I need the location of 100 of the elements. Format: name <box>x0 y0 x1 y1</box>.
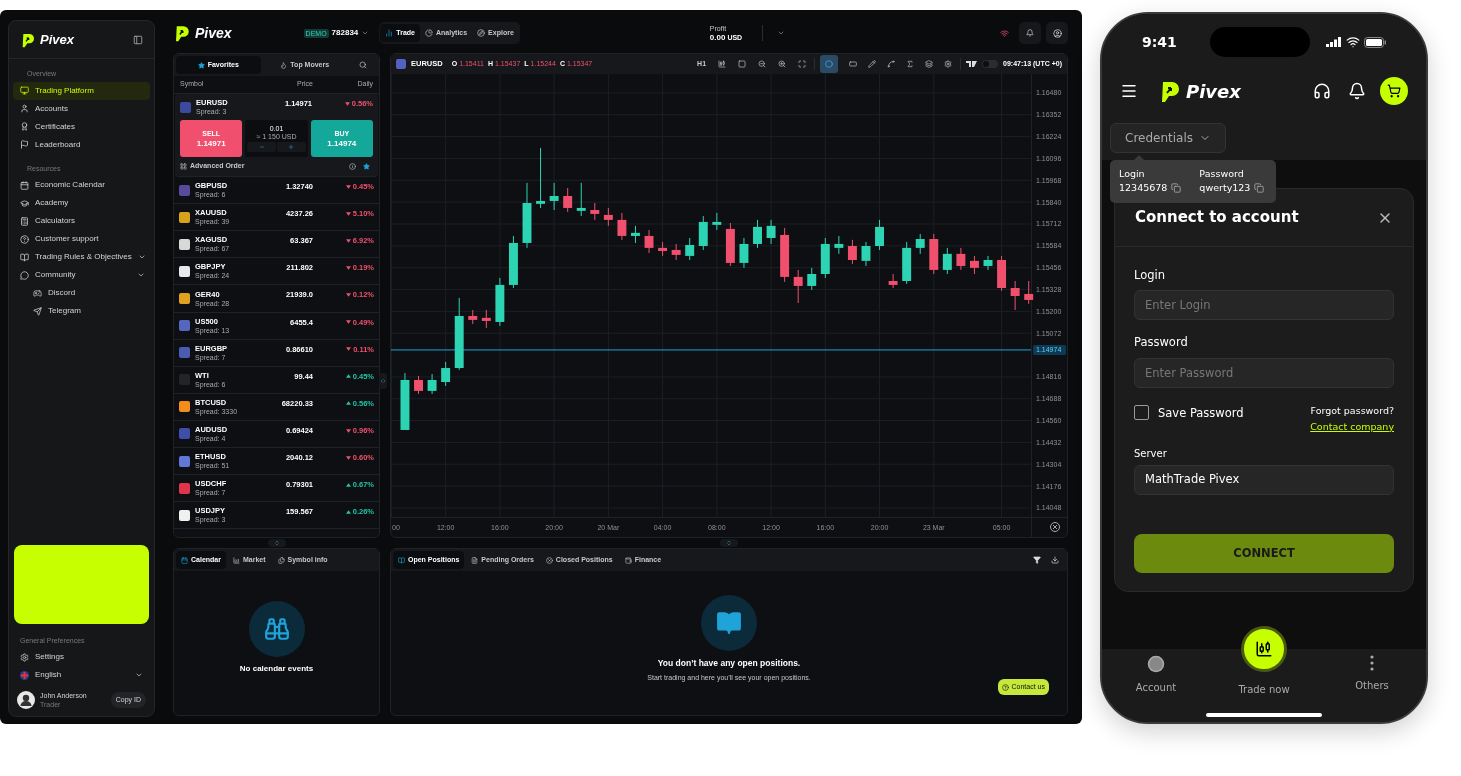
candle <box>658 241 668 257</box>
sidebar-item[interactable]: Calculators <box>13 212 150 230</box>
candle <box>807 267 817 291</box>
trade-now-button[interactable] <box>1241 626 1287 672</box>
pie-chart-icon <box>425 29 433 37</box>
search-icon[interactable] <box>359 61 367 69</box>
language-select[interactable]: English <box>9 666 154 684</box>
down-triangle-icon <box>345 211 351 216</box>
minus-icon <box>258 144 265 151</box>
star-icon[interactable] <box>363 162 370 170</box>
candle <box>590 202 600 221</box>
candle <box>847 239 857 265</box>
nav-label: Trade now <box>1238 683 1290 697</box>
account-number[interactable]: 782834 <box>331 27 359 39</box>
resize-handle[interactable] <box>720 539 738 547</box>
square-icon[interactable] <box>738 60 747 68</box>
calendar-icon <box>181 556 188 564</box>
sidebar-item[interactable]: Certificates <box>13 117 150 136</box>
sidebar-icon <box>20 140 29 149</box>
resize-handle[interactable] <box>267 539 286 547</box>
sidebar-item[interactable]: Economic Calendar <box>13 176 150 194</box>
input-field[interactable]: Enter Login <box>1134 290 1394 321</box>
candle <box>536 147 546 209</box>
sidebar-icon <box>20 270 29 280</box>
toggle-switch[interactable] <box>982 60 999 68</box>
sidebar-item[interactable]: Telegram <box>13 302 150 320</box>
layers-icon[interactable] <box>925 60 934 68</box>
candle <box>861 241 871 267</box>
candle <box>970 255 979 275</box>
candle <box>1010 280 1020 311</box>
forgot-password-text: Forgot password? <box>1310 403 1394 418</box>
server-select[interactable]: MathTrade Pivex <box>1134 465 1394 495</box>
reset-icon[interactable] <box>1050 522 1060 532</box>
settings-item[interactable]: Settings <box>9 648 154 666</box>
sidebar-item[interactable]: Community <box>13 266 150 284</box>
zoom-out-icon[interactable] <box>758 60 767 68</box>
chevron-icon <box>137 253 146 261</box>
contact-company-link[interactable]: Contact company <box>1310 419 1394 434</box>
profit-value: 0.00 <box>709 33 726 42</box>
pencil-icon[interactable] <box>868 60 877 68</box>
field-label: Server <box>1134 447 1168 461</box>
cart-button[interactable] <box>1380 77 1408 105</box>
notifications-icon[interactable] <box>1348 82 1366 100</box>
candle <box>929 233 939 275</box>
bell-icon <box>1026 29 1034 37</box>
copy-icon[interactable] <box>1171 183 1182 194</box>
sidebar-icon <box>20 198 29 208</box>
logo-text: Pivex <box>1186 79 1241 104</box>
plus-icon <box>288 144 295 151</box>
sigma-icon[interactable] <box>906 60 915 68</box>
modal-title: Connect to account <box>1135 207 1300 229</box>
sidebar-icon <box>20 122 29 131</box>
nav-tab[interactable]: Account <box>1102 649 1210 695</box>
notifications-button[interactable] <box>1019 22 1041 44</box>
candle <box>915 233 925 255</box>
input-field[interactable]: Enter Password <box>1134 357 1394 388</box>
sidebar-item[interactable]: Accounts <box>13 99 150 118</box>
credential-label: Password <box>1199 167 1245 181</box>
more-icon <box>1370 655 1374 671</box>
menu-icon[interactable] <box>1120 82 1138 100</box>
copy-icon[interactable] <box>1254 183 1265 194</box>
zoom-in-icon[interactable] <box>778 60 787 68</box>
chevron-icon <box>361 29 370 37</box>
save-password-checkbox[interactable] <box>1134 404 1149 420</box>
filter-icon[interactable] <box>1033 556 1041 564</box>
curve-icon[interactable] <box>887 60 896 68</box>
sidebar-item[interactable]: Trading Rules & Objectives <box>13 248 150 266</box>
support-icon[interactable] <box>1313 82 1331 100</box>
fullscreen-icon[interactable] <box>798 60 807 68</box>
candle <box>875 219 884 251</box>
nav-tab[interactable]: Others <box>1318 649 1426 693</box>
settings-icon[interactable] <box>944 60 953 68</box>
candle <box>739 237 749 269</box>
circle-icon <box>825 60 834 68</box>
credential-value: 12345678 <box>1119 181 1168 196</box>
sidebar-item[interactable]: Academy <box>13 194 150 212</box>
candlestick-icon[interactable] <box>718 60 727 68</box>
candle <box>549 182 559 211</box>
profile-button[interactable] <box>1046 22 1068 44</box>
rectangle-icon[interactable] <box>849 60 858 68</box>
collapse-icon[interactable] <box>133 34 143 45</box>
signal-icon <box>1326 37 1342 47</box>
candle <box>942 247 952 275</box>
sidebar-icon <box>33 306 42 316</box>
sidebar-item[interactable]: Leaderboard <box>13 135 150 154</box>
field-label: Login <box>1134 267 1167 284</box>
candle <box>983 255 993 271</box>
candle <box>671 243 681 261</box>
credentials-dropdown[interactable]: Credentials <box>1110 123 1226 153</box>
chevron-icon[interactable] <box>777 29 786 37</box>
grid-icon <box>180 162 187 170</box>
sidebar-item[interactable]: Customer support <box>13 230 150 248</box>
symbol-icon <box>179 509 190 521</box>
candle <box>793 269 803 304</box>
crosshair-tool[interactable] <box>820 55 839 73</box>
panel-splitter[interactable] <box>379 373 387 389</box>
connect-button[interactable]: CONNECT <box>1134 534 1394 573</box>
download-icon[interactable] <box>1051 556 1059 564</box>
sidebar-item[interactable]: Trading Platform <box>13 81 150 100</box>
sidebar-item[interactable]: Discord <box>13 284 150 302</box>
